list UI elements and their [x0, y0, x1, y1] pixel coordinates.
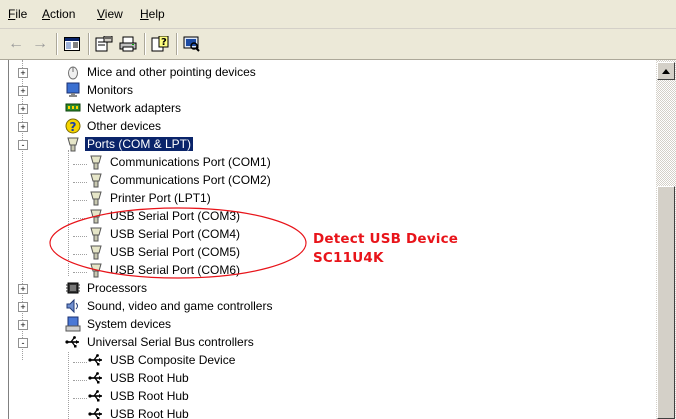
annotation-overlay — [49, 207, 307, 279]
highlight-ellipse — [49, 207, 307, 279]
scroll-up-button[interactable] — [657, 62, 675, 80]
annotation-line2: SC11U4K — [313, 250, 384, 266]
annotation-line1: Detect USB Device — [313, 231, 459, 247]
vertical-scrollbar[interactable] — [656, 60, 676, 419]
scroll-up-icon — [662, 68, 670, 74]
scroll-thumb[interactable] — [657, 186, 675, 419]
